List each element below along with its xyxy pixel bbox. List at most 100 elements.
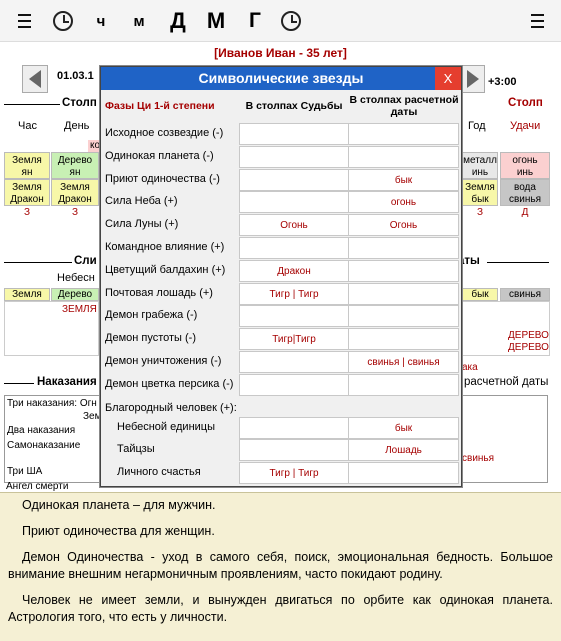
cell-earth-ox: Земля бык [462, 179, 498, 206]
stolp-right-heading: Столп [508, 97, 543, 109]
cell-z-1: З [23, 207, 31, 218]
noble-calc-value: Лошадь [348, 439, 459, 462]
star-label: Одинокая планета (-) [105, 149, 214, 162]
star-label: Демон цветка персика (-) [105, 377, 234, 390]
star-calc-value [348, 123, 459, 145]
top-toolbar: ч м Д М Г [0, 0, 561, 42]
dva-label: Два наказания [7, 425, 76, 436]
cell-earth-dragon-2: Земля Дракон [51, 179, 99, 206]
next-date-button[interactable] [461, 65, 485, 93]
derevo-red-2: ДЕРЕВО [508, 342, 549, 353]
star-fate-value: Тигр | Тигр [239, 282, 349, 305]
star-calc-value [348, 282, 459, 305]
star-calc-value: Огонь [348, 214, 459, 237]
noble-sub-label: Личного счастья [117, 466, 201, 479]
cell-fire-yin: огонь инь [500, 152, 550, 179]
star-label: Демон грабежа (-) [105, 309, 198, 322]
star-label: Приют одиночества (-) [105, 172, 220, 185]
noble-sub-label: Небесной единицы [117, 420, 215, 433]
cell-wood-yang: Дерево ян [51, 152, 99, 179]
date-text: 01.03.1 [57, 70, 94, 82]
cell-earth-2: Земля [4, 288, 50, 301]
noble-fate-value [239, 439, 349, 462]
star-fate-value [239, 168, 349, 191]
tri-label: Три наказания: Огн [7, 398, 97, 409]
star-label: Исходное созвездие (-) [105, 127, 224, 139]
star-label: Сила Неба (+) [105, 195, 178, 208]
menu-icon[interactable] [16, 8, 32, 34]
cell-ox-2: бык [462, 288, 498, 301]
star-label: Командное влияние (+) [105, 241, 225, 253]
star-calc-value [348, 145, 459, 168]
arrow-left-icon [29, 70, 41, 88]
star-fate-value [239, 305, 349, 328]
star-calc-value [348, 328, 459, 351]
noble-fate-value: Тигр | Тигр [239, 462, 349, 485]
zem-label: Зем [83, 411, 102, 422]
stolp-left-heading: Столп [62, 97, 97, 109]
star-fate-value: Дракон [239, 259, 349, 282]
nakazaniya-heading: Наказания [37, 376, 97, 388]
noble-calc-value [348, 462, 459, 485]
star-calc-value [348, 259, 459, 282]
day-button[interactable]: Д [166, 8, 190, 34]
star-label: Цветущий балдахин (+) [105, 263, 226, 276]
arrow-right-icon [467, 70, 479, 88]
cell-wood-2: Дерево [51, 288, 99, 301]
clock-left-icon[interactable] [52, 8, 74, 34]
star-fate-value [239, 373, 349, 396]
star-label: Почтовая лошадь (+) [105, 286, 213, 299]
col-header-calc: В столпах расчетной даты [349, 94, 459, 118]
star-fate-value: Тигр|Тигр [239, 328, 349, 351]
angel-label: Ангел смерти [6, 481, 69, 492]
zemlya-red: ЗЕМЛЯ [62, 304, 97, 315]
close-button[interactable]: X [435, 67, 461, 90]
person-name: [Иванов Иван - 35 лет] [214, 46, 347, 60]
year-button[interactable]: Г [244, 8, 266, 34]
raschet-heading: расчетной даты [464, 376, 549, 388]
star-calc-value: бык [348, 168, 459, 191]
star-label: Сила Луны (+) [105, 218, 179, 231]
settings-menu-icon[interactable] [529, 8, 545, 34]
month-button[interactable]: М [204, 8, 228, 34]
star-fate-value [239, 123, 349, 145]
cell-z-3: З [476, 207, 484, 218]
cell-water-pig: вода свинья [500, 179, 550, 206]
cell-z-2: З [71, 207, 79, 218]
aka-text: ака [462, 362, 478, 373]
col-header-phases: Фазы Ци 1-й степени [105, 100, 215, 112]
star-fate-value [239, 145, 349, 168]
star-label: Демон уничтожения (-) [105, 355, 222, 367]
star-calc-value: свинья | свинья [348, 351, 459, 373]
col-header-fate: В столпах Судьбы [245, 100, 343, 112]
punish-table-right [462, 395, 548, 483]
minute-button[interactable]: м [130, 8, 148, 34]
description-panel: Одинокая планета – для мужчин. Приют оди… [0, 492, 561, 641]
noble-sub-label: Тайцзы [117, 443, 155, 456]
col-hour: Час [18, 120, 37, 132]
star-fate-value [239, 191, 349, 214]
hour-button[interactable]: ч [92, 8, 110, 34]
svinya-label: свинья [462, 453, 495, 464]
nebesn-label: Небесн [57, 272, 95, 284]
symbolic-stars-dialog: Символические звезды X Фазы Ци 1-й степе… [100, 66, 462, 487]
noble-label: Благородный человек (+): [105, 401, 237, 414]
cell-earth-dragon-1: Земля Дракон [4, 179, 50, 206]
desc-para-2: Приют одиночества для женщин. [22, 524, 215, 538]
star-calc-value [348, 237, 459, 259]
star-calc-value: огонь [348, 191, 459, 214]
star-label: Демон пустоты (-) [105, 332, 196, 345]
star-fate-value [239, 237, 349, 259]
cell-metal-yin: металл инь [462, 152, 498, 179]
samo-label: Самонаказание [7, 440, 81, 451]
sli-heading: Сли [74, 255, 97, 267]
cell-earth-yang-1: Земля ян [4, 152, 50, 179]
clock-right-icon[interactable] [280, 8, 302, 34]
col-year: Год [468, 120, 486, 132]
desc-para-4: Человек не имеет земли, и вынужден двига… [8, 593, 553, 624]
desc-para-3: Демон Одиночества - уход в самого себя, … [8, 550, 553, 581]
tri-sha-label: Три ША [7, 466, 43, 477]
derevo-red-1: ДЕРЕВО [508, 330, 549, 341]
prev-date-button[interactable] [22, 65, 48, 93]
col-day: День [64, 120, 90, 132]
